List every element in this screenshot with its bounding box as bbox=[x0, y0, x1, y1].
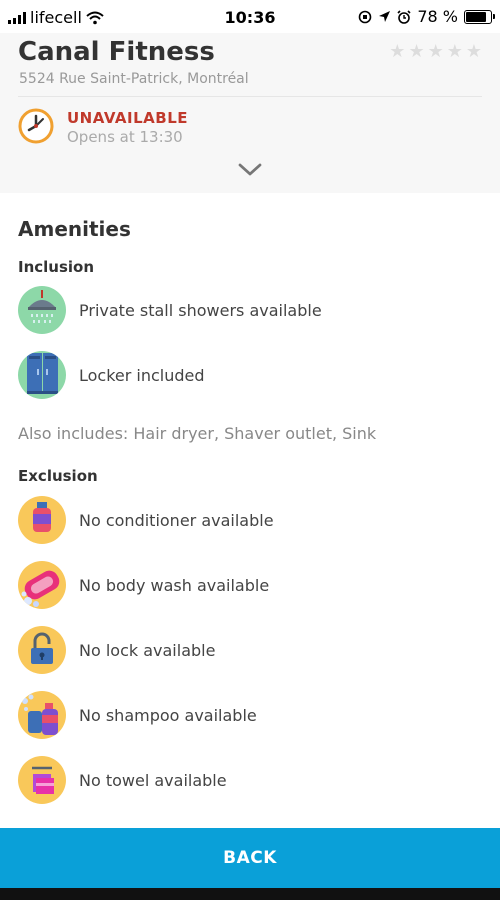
divider bbox=[18, 96, 482, 97]
rotation-lock-icon bbox=[359, 10, 372, 23]
amenities-title: Amenities bbox=[18, 217, 131, 241]
amenity-label: No shampoo available bbox=[79, 705, 257, 725]
amenity-label: No towel available bbox=[79, 770, 227, 790]
soap-icon bbox=[18, 561, 66, 609]
amenity-label: Locker included bbox=[79, 365, 205, 385]
lock-icon bbox=[18, 626, 66, 674]
bottom-bar bbox=[0, 888, 500, 900]
list-item: Locker included bbox=[18, 351, 478, 399]
list-item: No towel available bbox=[18, 756, 478, 804]
amenity-label: No conditioner available bbox=[79, 510, 274, 530]
star-icon[interactable]: ★ bbox=[466, 41, 482, 62]
rating-stars[interactable]: ★ ★ ★ ★ ★ bbox=[389, 41, 482, 62]
battery-percent: 78 % bbox=[417, 7, 458, 26]
list-item: Private stall showers available bbox=[18, 286, 478, 334]
star-icon[interactable]: ★ bbox=[408, 41, 424, 62]
towel-icon bbox=[18, 756, 66, 804]
also-includes-text: Also includes: Hair dryer, Shaver outlet… bbox=[18, 424, 377, 443]
list-item: No conditioner available bbox=[18, 496, 478, 544]
inclusion-heading: Inclusion bbox=[18, 258, 95, 276]
amenity-label: No lock available bbox=[79, 640, 216, 660]
list-item: No lock available bbox=[18, 626, 478, 674]
clock-icon bbox=[18, 108, 54, 144]
back-button[interactable]: BACK bbox=[0, 828, 500, 888]
gym-name: Canal Fitness bbox=[18, 37, 215, 67]
shampoo-icon bbox=[18, 691, 66, 739]
opening-time: Opens at 13:30 bbox=[67, 128, 183, 146]
amenity-label: No body wash available bbox=[79, 575, 270, 595]
shower-icon bbox=[18, 286, 66, 334]
gym-header: Canal Fitness 5524 Rue Saint-Patrick, Mo… bbox=[0, 33, 500, 193]
availability-status: UNAVAILABLE bbox=[67, 109, 189, 127]
battery-icon bbox=[464, 9, 495, 24]
alarm-icon bbox=[397, 9, 411, 24]
amenity-label: Private stall showers available bbox=[79, 300, 322, 320]
star-icon[interactable]: ★ bbox=[428, 41, 444, 62]
star-icon[interactable]: ★ bbox=[389, 41, 405, 62]
exclusion-heading: Exclusion bbox=[18, 467, 98, 485]
conditioner-icon bbox=[18, 496, 66, 544]
locker-icon bbox=[18, 351, 66, 399]
gym-address: 5524 Rue Saint-Patrick, Montréal bbox=[19, 71, 249, 87]
list-item: No shampoo available bbox=[18, 691, 478, 739]
list-item: No body wash available bbox=[18, 561, 478, 609]
location-icon bbox=[379, 11, 391, 22]
star-icon[interactable]: ★ bbox=[447, 41, 463, 62]
status-bar: lifecell 10:36 78 % bbox=[0, 0, 500, 33]
chevron-down-icon[interactable] bbox=[237, 161, 263, 179]
